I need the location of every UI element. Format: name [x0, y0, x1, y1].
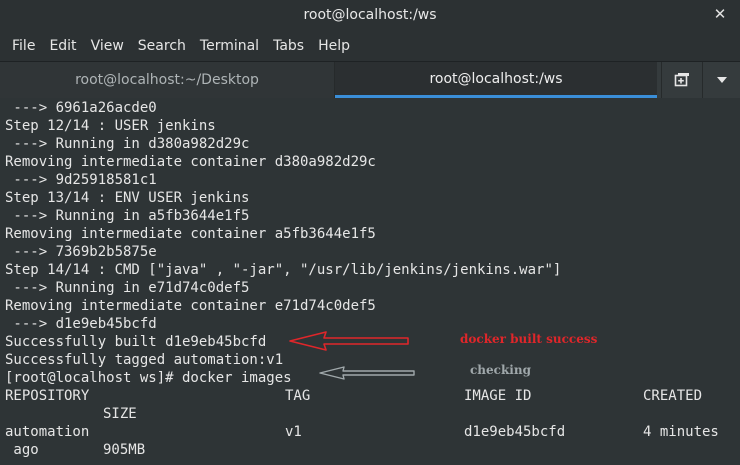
terminal-line: Removing intermediate container e71d74c0…	[5, 298, 376, 314]
terminal-line: ---> 7369b2b5875e	[5, 244, 157, 260]
cell-size: 905MB	[103, 442, 146, 458]
terminal-line: ---> 6961a26acde0	[5, 100, 157, 116]
tab-label: root@localhost:/ws	[429, 70, 563, 87]
terminal-line: ---> 9d25918581c1	[5, 172, 157, 188]
table-row: automation v1 d1e9eb45bcfd 4 minutes	[5, 423, 735, 441]
annotation-arrow-built	[289, 331, 409, 351]
terminal-line: Removing intermediate container d380a982…	[5, 154, 376, 170]
menu-help[interactable]: Help	[311, 38, 357, 54]
menu-search[interactable]: Search	[131, 38, 193, 54]
terminal-line: Step 14/14 : CMD ["java" , "-jar", "/usr…	[5, 262, 562, 278]
terminal-line: ---> Running in d380a982d29c	[5, 136, 250, 152]
column-header-created: CREATED	[643, 388, 703, 404]
terminal-line: ---> Running in a5fb3644e1f5	[5, 208, 250, 224]
tab-desktop[interactable]: root@localhost:~/Desktop	[0, 62, 335, 98]
table-header-wrap: SIZE	[5, 405, 735, 423]
menu-terminal[interactable]: Terminal	[193, 38, 266, 54]
column-header-repository: REPOSITORY	[5, 388, 90, 404]
cell-created-cont: ago	[5, 442, 39, 458]
close-icon[interactable]: ✕	[710, 4, 730, 24]
terminal-line: Successfully built d1e9eb45bcfd	[5, 334, 267, 350]
tab-tools	[657, 62, 740, 98]
tab-ws[interactable]: root@localhost:/ws	[335, 62, 657, 98]
tab-bar: root@localhost:~/Desktop root@localhost:…	[0, 62, 740, 98]
terminal-line: Step 13/14 : ENV USER jenkins	[5, 190, 250, 206]
tab-label: root@localhost:~/Desktop	[75, 72, 259, 88]
menu-view[interactable]: View	[84, 38, 131, 54]
column-header-tag: TAG	[285, 388, 311, 404]
tab-menu-button[interactable]	[703, 62, 740, 98]
terminal-prompt-line: [root@localhost ws]# docker images	[5, 370, 292, 386]
terminal-line: Successfully tagged automation:v1	[5, 352, 284, 368]
annotation-arrow-checking	[319, 366, 415, 380]
cell-created: 4 minutes	[643, 424, 719, 440]
cell-tag: v1	[285, 424, 302, 440]
terminal-line: Removing intermediate container a5fb3644…	[5, 226, 376, 242]
table-header-row: REPOSITORY TAG IMAGE ID CREATED	[5, 387, 735, 405]
menu-file[interactable]: File	[5, 38, 42, 54]
new-tab-button[interactable]	[661, 62, 703, 98]
column-header-size: SIZE	[103, 406, 137, 422]
chevron-down-icon	[716, 77, 727, 83]
terminal-line: ---> Running in e71d74c0def5	[5, 280, 250, 296]
table-row-wrap: ago 905MB	[5, 441, 735, 459]
title-bar: root@localhost:/ws ✕	[0, 0, 740, 30]
terminal-line: ---> d1e9eb45bcfd	[5, 316, 157, 332]
table-row-partial: ▄▃▂ ▃▂▄▃▂ ▂ ▂▃ ▂▂ ▂▂▃▄ ▂▃ ▂	[5, 459, 735, 465]
annotation-built: docker built success	[460, 332, 598, 346]
menu-tabs[interactable]: Tabs	[266, 38, 311, 54]
terminal-line: Step 12/14 : USER jenkins	[5, 118, 216, 134]
menu-bar: File Edit View Search Terminal Tabs Help	[0, 30, 740, 62]
terminal-output[interactable]: ---> 6961a26acde0 Step 12/14 : USER jenk…	[0, 98, 740, 465]
cell-repository: automation	[5, 424, 90, 440]
annotation-checking: checking	[470, 363, 531, 377]
column-header-image-id: IMAGE ID	[464, 388, 532, 404]
menu-edit[interactable]: Edit	[42, 38, 83, 54]
cell-image-id: d1e9eb45bcfd	[464, 424, 566, 440]
new-tab-icon	[674, 73, 689, 87]
window-title: root@localhost:/ws	[303, 7, 437, 23]
